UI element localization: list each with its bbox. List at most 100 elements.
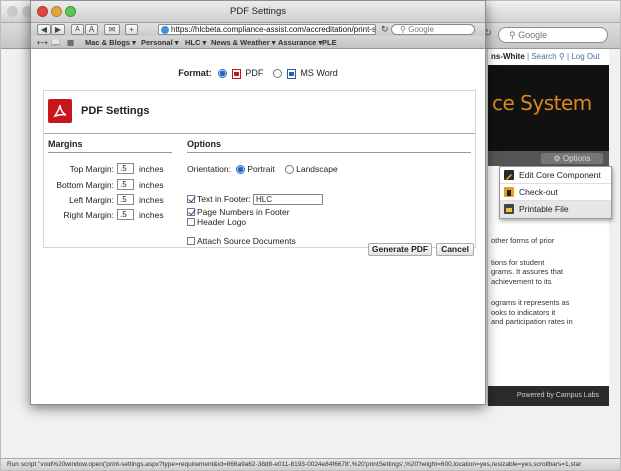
popup-toolbar: ◀ ▶ A A ✉ + https://hlcbeta.compliance-a…	[31, 23, 485, 36]
bookmark-label: Assurance	[278, 38, 317, 47]
attach-documents-checkbox[interactable]	[187, 237, 195, 245]
share-button[interactable]: ✉	[104, 24, 120, 35]
banner-title: ce System	[492, 91, 592, 115]
back-button[interactable]: ◀	[37, 24, 51, 35]
word-file-icon	[286, 68, 296, 79]
top-margin-row: Top Margin: .5 inches	[54, 163, 174, 175]
left-margin-label: Left Margin:	[69, 195, 114, 205]
username: ns-White	[491, 52, 525, 61]
url-text: https://hlcbeta.compliance-assist.com/ac…	[171, 25, 376, 34]
back-arrow-icon: ◀	[40, 25, 48, 34]
bookmark-news-weather[interactable]: News & Weather ▾	[211, 36, 276, 49]
back-search-input[interactable]: ⚲ Google	[498, 27, 608, 43]
pencil-icon	[504, 170, 514, 180]
user-bar: ns-White | Search ⚲ | Log Out	[488, 49, 609, 65]
url-input[interactable]: https://hlcbeta.compliance-assist.com/ac…	[158, 24, 376, 35]
reading-list-icon[interactable]: ⟷	[37, 36, 48, 49]
pdf-settings-window: PDF Settings ◀ ▶ A A ✉ + https://hlcbeta…	[30, 0, 486, 405]
format-option-word[interactable]: MS Word	[273, 68, 338, 79]
orientation-row: Orientation: Portrait Landscape	[187, 164, 338, 175]
options-bar: ⚙ Options	[488, 151, 609, 166]
footer-text-input[interactable]: HLC	[253, 194, 323, 205]
margins-section-title: Margins	[48, 139, 83, 149]
forward-arrow-icon: ▶	[54, 25, 62, 34]
popup-titlebar: PDF Settings	[31, 1, 485, 23]
bottom-margin-row: Bottom Margin: .5 inches	[54, 179, 174, 191]
text-in-footer-label[interactable]: Text in Footer:	[197, 194, 251, 204]
forward-button[interactable]: ▶	[51, 24, 65, 35]
bookmark-label: HLC	[185, 38, 201, 47]
back-search-placeholder: Google	[518, 30, 548, 40]
pdf-settings-panel: PDF Settings Margins Options Top Margin:…	[43, 90, 476, 248]
panel-divider	[44, 133, 475, 134]
cancel-button[interactable]: Cancel	[436, 243, 474, 256]
menu-item-label: Edit Core Component	[519, 170, 601, 180]
envelope-icon: ✉	[108, 25, 116, 34]
bookmark-ple[interactable]: PLE	[322, 36, 337, 49]
bookmark-personal[interactable]: Personal ▾	[141, 36, 179, 49]
gear-icon: ⚙	[553, 154, 563, 163]
menu-item-printable-file[interactable]: Printable File	[500, 201, 611, 218]
options-button[interactable]: ⚙ Options	[541, 153, 603, 164]
logout-link[interactable]: Log Out	[571, 52, 599, 61]
word-radio[interactable]	[273, 69, 283, 79]
reload-icon[interactable]: ↻	[381, 24, 389, 35]
left-margin-input[interactable]: .5	[117, 194, 134, 205]
bookmark-label: Mac & Blogs	[85, 38, 131, 47]
text-in-footer-checkbox[interactable]	[187, 195, 195, 203]
site-banner: ce System	[488, 65, 609, 151]
portrait-label[interactable]: Portrait	[247, 164, 274, 174]
top-sites-icon[interactable]: ▦	[67, 36, 74, 49]
landscape-radio[interactable]	[285, 165, 295, 175]
top-margin-label: Top Margin:	[69, 164, 114, 174]
options-divider	[187, 152, 471, 153]
bottom-margin-label: Bottom Margin:	[56, 180, 114, 190]
menu-item-label: Printable File	[519, 204, 569, 214]
header-logo-label[interactable]: Header Logo	[197, 217, 246, 227]
search-icon: ⚲	[558, 52, 565, 61]
add-bookmark-button[interactable]: +	[125, 24, 138, 35]
generate-pdf-button[interactable]: Generate PDF	[368, 243, 432, 256]
pdf-radio[interactable]	[218, 69, 228, 79]
bottom-margin-unit: inches	[139, 180, 164, 190]
search-link[interactable]: Search	[531, 52, 556, 61]
search-icon: ⚲	[400, 25, 409, 34]
menu-item-edit-core-component[interactable]: Edit Core Component	[500, 167, 611, 184]
header-logo-row: Header Logo	[187, 217, 246, 228]
word-label: MS Word	[300, 68, 338, 78]
right-margin-input[interactable]: .5	[117, 209, 134, 220]
margins-divider	[48, 152, 172, 153]
orientation-label: Orientation:	[187, 164, 231, 174]
page-body-text: other forms of prior tions for student g…	[491, 236, 607, 339]
header-logo-checkbox[interactable]	[187, 218, 195, 226]
panel-title: PDF Settings	[81, 105, 150, 117]
top-margin-input[interactable]: .5	[117, 163, 134, 174]
portrait-radio[interactable]	[236, 165, 246, 175]
bookmark-label: Personal	[141, 38, 173, 47]
format-option-pdf[interactable]: PDF	[218, 68, 266, 79]
printer-icon	[504, 204, 514, 214]
text-in-footer-row: Text in Footer:	[187, 194, 251, 205]
right-margin-unit: inches	[139, 210, 164, 220]
checkout-icon	[504, 187, 514, 197]
options-menu: Edit Core Component Check-out Printable …	[499, 166, 612, 219]
menu-item-label: Check-out	[519, 187, 558, 197]
bookmarks-icon[interactable]: 📖	[51, 36, 60, 49]
text-larger-button[interactable]: A	[85, 24, 98, 35]
landscape-label[interactable]: Landscape	[296, 164, 338, 174]
search-input[interactable]: ⚲ Google	[391, 24, 475, 35]
page-numbers-label[interactable]: Page Numbers in Footer	[197, 207, 290, 217]
bookmark-hlc[interactable]: HLC ▾	[185, 36, 206, 49]
body-paragraph: other forms of prior	[491, 236, 555, 245]
bottom-margin-input[interactable]: .5	[117, 179, 134, 190]
attach-documents-label[interactable]: Attach Source Documents	[197, 236, 296, 246]
bookmark-assurance[interactable]: Assurance ▾	[278, 36, 322, 49]
bookmark-mac-blogs[interactable]: Mac & Blogs ▾	[85, 36, 136, 49]
body-paragraph: tions for student grams. It assures that…	[491, 257, 564, 286]
options-button-label: Options	[562, 154, 591, 163]
right-margin-row: Right Margin: .5 inches	[54, 209, 174, 221]
page-numbers-checkbox[interactable]	[187, 208, 195, 216]
left-margin-unit: inches	[139, 195, 164, 205]
text-smaller-button[interactable]: A	[71, 24, 84, 35]
menu-item-check-out[interactable]: Check-out	[500, 184, 611, 201]
